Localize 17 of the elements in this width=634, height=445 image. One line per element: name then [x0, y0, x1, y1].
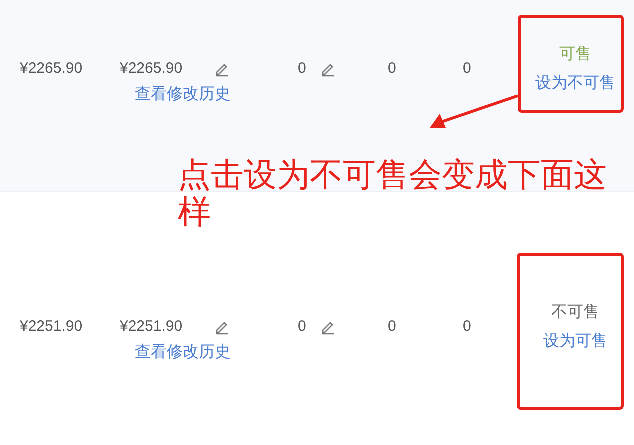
table-cell: 0 [463, 318, 472, 335]
toggle-sale-link[interactable]: 设为可售 [544, 327, 608, 356]
history-link[interactable]: 查看修改历史 [135, 84, 231, 106]
table-cell: 0 [388, 318, 396, 335]
edited-price: ¥2265.90 [120, 59, 184, 79]
price: ¥2265.90 [20, 60, 83, 77]
edited-price: ¥2251.90 [120, 317, 184, 337]
history-link[interactable]: 查看修改历史 [135, 342, 231, 364]
table-cell: 0 [463, 60, 472, 77]
table-cell: 0 [388, 60, 396, 77]
stock: 0 [298, 59, 308, 79]
annotation-note: 点击设为不可售会变成下面这样 [178, 156, 608, 230]
sale-status: 可售 [560, 45, 592, 65]
stock: 0 [298, 317, 308, 337]
price: ¥2251.90 [20, 318, 83, 335]
toggle-sale-link[interactable]: 设为不可售 [536, 69, 616, 98]
sale-status: 不可售 [552, 303, 600, 323]
